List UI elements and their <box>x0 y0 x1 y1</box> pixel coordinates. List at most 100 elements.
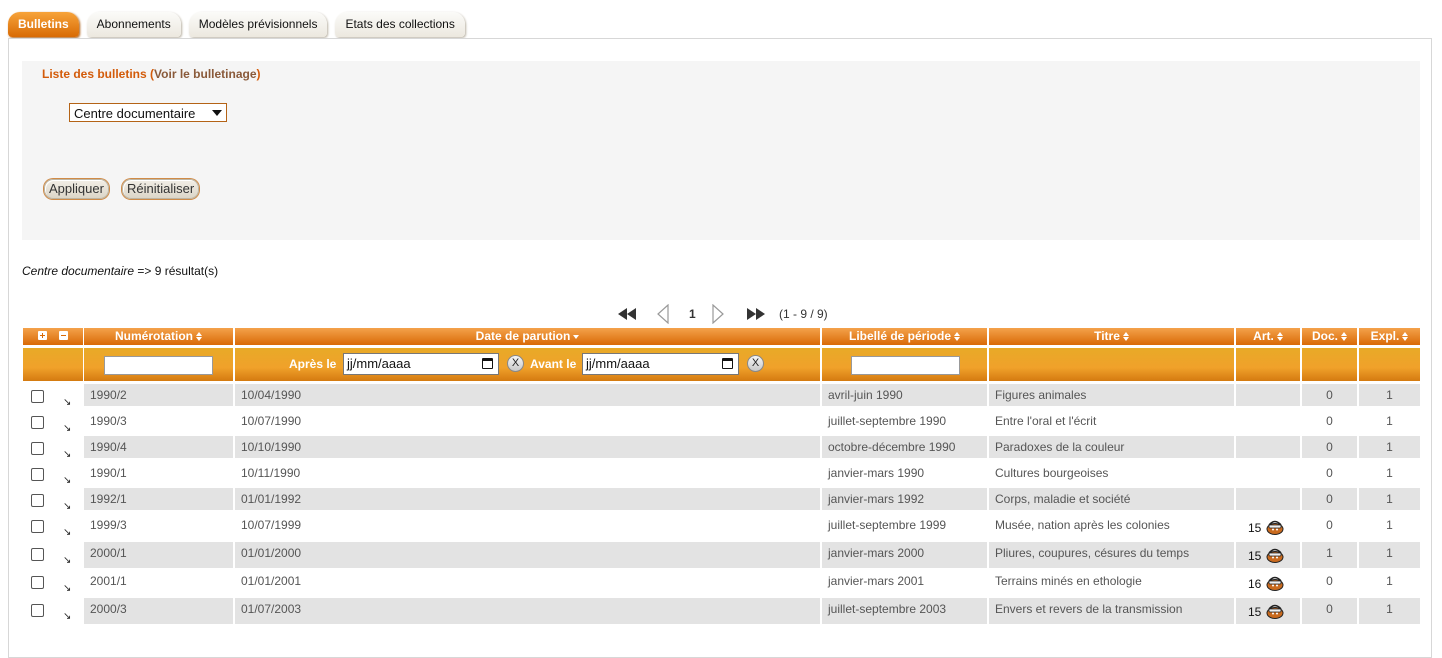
row-checkbox[interactable] <box>31 442 44 455</box>
table-row[interactable]: ↘ 1992/1 01/01/1992 janvier-mars 1992 Corps,… <box>23 488 1420 513</box>
row-select-cell: ↘ <box>23 384 83 409</box>
cell-doc: 0 <box>1302 384 1357 406</box>
header-doc[interactable]: Doc. <box>1302 328 1357 346</box>
tab-content: Liste des bulletins (Voir le bulletinage… <box>8 38 1432 658</box>
table-filter-row: Après le jj/mm/aaaa X Avant le jj/mm/aaa… <box>23 348 1420 381</box>
cell-expl: 1 <box>1359 410 1420 432</box>
cell-periode: juillet-septembre 1999 <box>822 514 987 540</box>
tab-bulletins[interactable]: Bulletins <box>8 12 79 37</box>
table-row[interactable]: ↘ 1990/2 10/04/1990 avril-juin 1990 Figures … <box>23 384 1420 409</box>
header-titre[interactable]: Titre <box>989 328 1234 346</box>
tab-etats-collections[interactable]: Etats des collections <box>335 12 465 37</box>
result-summary: Centre documentaire => 9 résultat(s) <box>22 264 219 278</box>
header-numerotation[interactable]: Numérotation <box>84 328 233 346</box>
before-date-input[interactable]: jj/mm/aaaa <box>582 353 739 375</box>
row-checkbox[interactable] <box>31 548 44 561</box>
cell-art: 15 <box>1236 598 1300 624</box>
sort-icon <box>1341 332 1347 341</box>
after-date-input[interactable]: jj/mm/aaaa <box>343 353 499 375</box>
table-row[interactable]: ↘ 1990/3 10/07/1990 juillet-septembre 1990 E… <box>23 410 1420 435</box>
first-page-icon[interactable] <box>618 308 636 320</box>
calendar-icon[interactable] <box>482 358 493 369</box>
row-checkbox[interactable] <box>31 494 44 507</box>
table-row[interactable]: ↘ 2000/3 01/07/2003 juillet-septembre 2003 E… <box>23 598 1420 624</box>
row-checkbox[interactable] <box>31 520 44 533</box>
cell-art <box>1236 436 1300 458</box>
sort-icon <box>1122 332 1129 341</box>
cell-doc: 0 <box>1302 514 1357 540</box>
filter-cell-titre <box>989 348 1234 381</box>
cell-art: 15 <box>1236 514 1300 540</box>
row-select-cell: ↘ <box>23 598 83 624</box>
tab-bar: Bulletins Abonnements Modèles prévisionn… <box>8 12 465 38</box>
cell-titre: Musée, nation après les colonies <box>989 514 1234 540</box>
prev-page-icon[interactable] <box>657 304 669 324</box>
expand-arrow-icon[interactable]: ↘ <box>63 554 71 567</box>
next-page-icon[interactable] <box>712 304 724 324</box>
row-select-cell: ↘ <box>23 436 83 461</box>
table-row[interactable]: ↘ 2001/1 01/01/2001 janvier-mars 2001 Terrai… <box>23 570 1420 596</box>
header-periode[interactable]: Libellé de période <box>822 328 987 346</box>
header-date[interactable]: Date de parution <box>235 328 820 346</box>
expand-arrow-icon[interactable]: ↘ <box>63 500 71 513</box>
cell-titre: Cultures bourgeoises <box>989 462 1234 484</box>
numerotation-filter-input[interactable] <box>104 356 213 375</box>
table-row[interactable]: ↘ 1999/3 10/07/1999 juillet-septembre 1999 M… <box>23 514 1420 540</box>
cell-periode: octobre-décembre 1990 <box>822 436 987 458</box>
minus-icon[interactable] <box>59 331 68 340</box>
header-art[interactable]: Art. <box>1236 328 1300 346</box>
expand-arrow-icon[interactable]: ↘ <box>63 396 71 409</box>
expand-arrow-icon[interactable]: ↘ <box>63 610 71 623</box>
cell-date: 10/07/1990 <box>235 410 820 432</box>
plus-icon[interactable] <box>38 331 47 340</box>
row-checkbox[interactable] <box>31 390 44 403</box>
cell-periode: avril-juin 1990 <box>822 384 987 406</box>
page-range: (1 - 9 / 9) <box>779 307 828 321</box>
row-checkbox[interactable] <box>31 576 44 589</box>
sort-icon <box>954 332 961 341</box>
cell-art <box>1236 462 1300 484</box>
expand-arrow-icon[interactable]: ↘ <box>63 474 71 487</box>
table-row[interactable]: ↘ 2000/1 01/01/2000 janvier-mars 2000 Pliure… <box>23 542 1420 568</box>
cell-expl: 1 <box>1359 598 1420 624</box>
filter-cell-numerotation <box>84 348 233 381</box>
article-count: 15 <box>1248 521 1262 535</box>
clear-after-date-button[interactable]: X <box>507 355 524 372</box>
tab-modeles-previsionnels[interactable]: Modèles prévisionnels <box>188 12 328 37</box>
header-expl[interactable]: Expl. <box>1359 328 1420 346</box>
expand-arrow-icon[interactable]: ↘ <box>63 448 71 461</box>
location-select[interactable]: Centre documentaire <box>69 103 227 122</box>
reset-button[interactable]: Réinitialiser <box>122 179 200 199</box>
basket-icon[interactable] <box>1266 545 1284 563</box>
apply-button[interactable]: Appliquer <box>44 179 109 199</box>
panel-title: Liste des bulletins (Voir le bulletinage… <box>42 67 261 81</box>
row-checkbox[interactable] <box>31 604 44 617</box>
last-page-icon[interactable] <box>747 308 765 320</box>
basket-icon[interactable] <box>1266 573 1284 591</box>
filter-cell-empty <box>23 348 83 381</box>
periode-filter-input[interactable] <box>851 356 960 375</box>
clear-before-date-button[interactable]: X <box>747 355 764 372</box>
table-row[interactable]: ↘ 1990/4 10/10/1990 octobre-décembre 1990 Pa… <box>23 436 1420 461</box>
expand-arrow-icon[interactable]: ↘ <box>63 526 71 539</box>
bulletinage-link[interactable]: Voir le bulletinage <box>154 67 256 81</box>
cell-num: 1992/1 <box>84 488 233 510</box>
calendar-icon[interactable] <box>722 358 733 369</box>
table-row[interactable]: ↘ 1990/1 10/11/1990 janvier-mars 1990 Cultur… <box>23 462 1420 487</box>
row-checkbox[interactable] <box>31 468 44 481</box>
cell-num: 1990/2 <box>84 384 233 406</box>
basket-icon[interactable] <box>1266 601 1284 619</box>
cell-art: 16 <box>1236 570 1300 596</box>
cell-periode: janvier-mars 2000 <box>822 542 987 568</box>
basket-icon[interactable] <box>1266 517 1284 535</box>
tab-abonnements[interactable]: Abonnements <box>86 12 181 37</box>
cell-art: 15 <box>1236 542 1300 568</box>
expand-arrow-icon[interactable]: ↘ <box>63 582 71 595</box>
chevron-down-icon <box>212 110 222 116</box>
expand-arrow-icon[interactable]: ↘ <box>63 422 71 435</box>
cell-expl: 1 <box>1359 514 1420 540</box>
row-checkbox[interactable] <box>31 416 44 429</box>
cell-expl: 1 <box>1359 570 1420 596</box>
after-label: Après le <box>289 357 337 371</box>
cell-expl: 1 <box>1359 542 1420 568</box>
